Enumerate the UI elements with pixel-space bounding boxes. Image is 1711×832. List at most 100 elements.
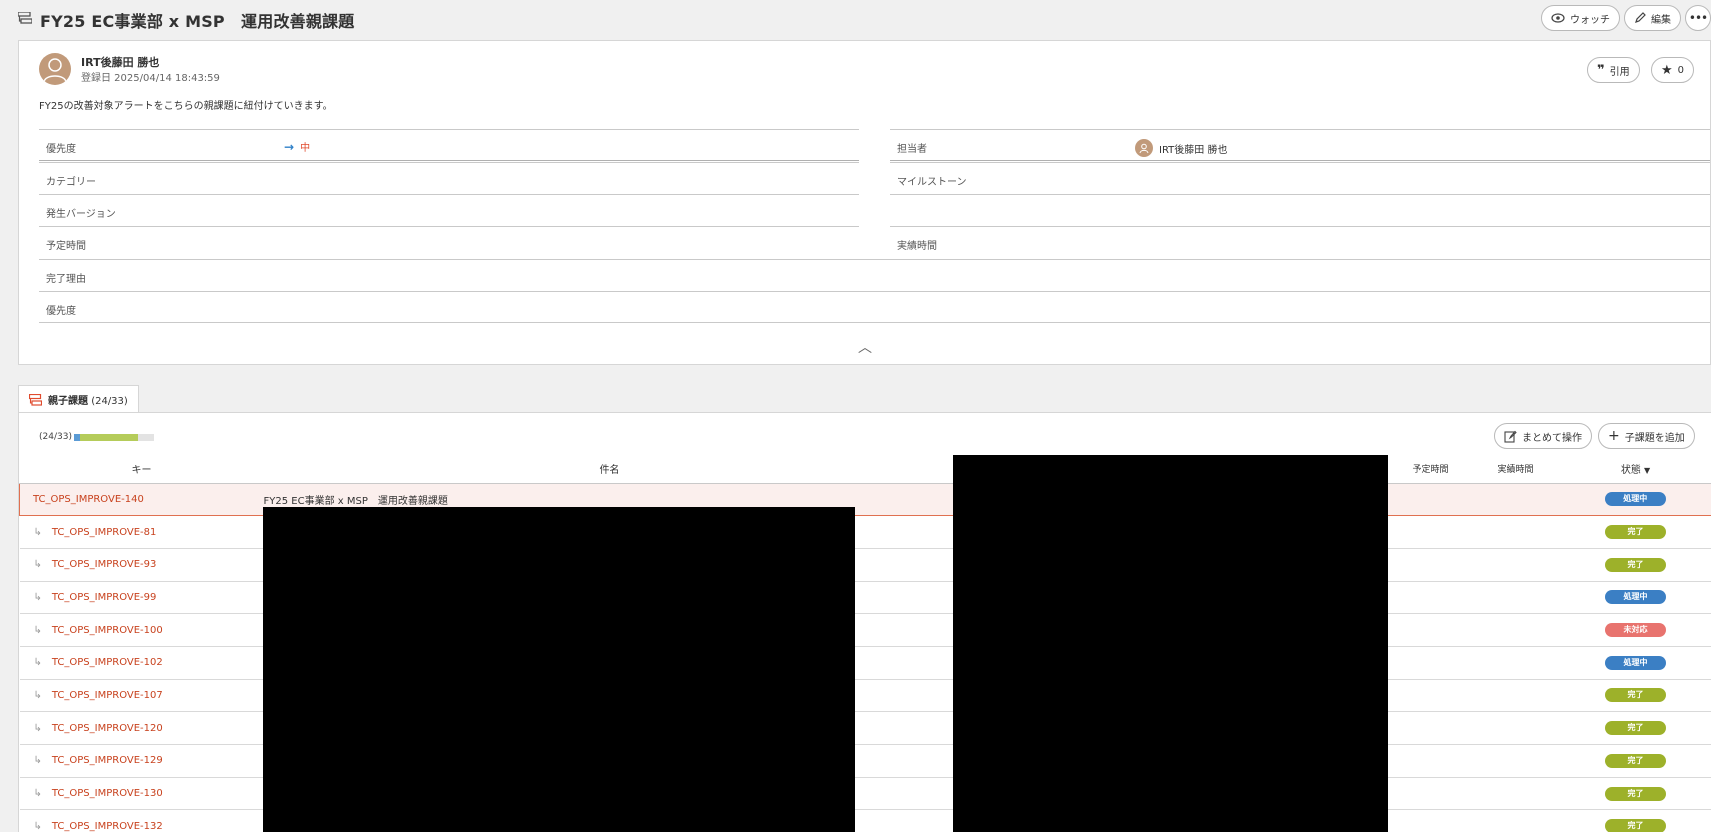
watch-label: ウォッチ: [1570, 14, 1610, 26]
author-name: IRT後藤田 勝也: [81, 56, 160, 69]
child-key-link[interactable]: TC_OPS_IMPROVE-120: [52, 723, 163, 734]
child-key-link[interactable]: TC_OPS_IMPROVE-107: [52, 690, 163, 701]
status-badge: 完了: [1605, 819, 1666, 832]
created-date: 登録日 2025/04/14 18:43:59: [81, 73, 220, 84]
child-key-link[interactable]: TC_OPS_IMPROVE-93: [52, 559, 157, 570]
col-key[interactable]: キー: [19, 455, 264, 484]
arrow-right-icon: →: [284, 139, 295, 154]
page-title: FY25 EC事業部 x MSP 運用改善親課題: [40, 12, 355, 31]
edit-document-icon: [1504, 430, 1517, 443]
bulk-label: まとめて操作: [1522, 432, 1582, 444]
field-actual-hours: 実績時間: [890, 226, 1710, 258]
col-subject[interactable]: 件名: [263, 455, 956, 484]
collapse-button[interactable]: ︿: [858, 337, 872, 357]
child-key-link[interactable]: TC_OPS_IMPROVE-132: [52, 821, 163, 832]
table-header: キー 件名 予定時間 実績時間 状態 ▼: [19, 455, 1711, 484]
field-priority-custom: 優先度: [39, 291, 1710, 323]
status-badge: 完了: [1605, 786, 1666, 801]
title-bar: FY25 EC事業部 x MSP 運用改善親課題 ウォッチ 編集 •••: [0, 0, 1711, 36]
child-arrow-icon: ↳: [33, 820, 42, 832]
tab-count: (24/33): [91, 396, 128, 407]
child-key-link[interactable]: TC_OPS_IMPROVE-99: [52, 592, 157, 603]
field-version-right: [890, 194, 1710, 226]
status-badge: 処理中: [1604, 492, 1666, 507]
avatar: [1135, 139, 1153, 157]
assignee-label: 担当者: [897, 144, 927, 155]
field-assignee: 担当者 IRT後藤田 勝也: [890, 129, 1710, 161]
issue-description: FY25の改善対象アラートをこちらの親課題に紐付けていきます。: [39, 101, 333, 112]
caret-down-icon: ▼: [1644, 466, 1651, 476]
priority-custom-label: 優先度: [46, 306, 76, 317]
priority-value: 中: [300, 143, 311, 154]
progress-bar: [74, 434, 154, 441]
col-actual[interactable]: 実績時間: [1472, 455, 1559, 484]
child-arrow-icon: ↳: [33, 526, 42, 538]
col-status-label: 状態: [1620, 465, 1641, 477]
watch-button[interactable]: ウォッチ: [1541, 5, 1620, 31]
quote-button[interactable]: ❞ 引用: [1587, 57, 1640, 83]
field-estimated-hours: 予定時間: [39, 226, 859, 258]
version-label: 発生バージョン: [46, 209, 116, 220]
add-subtask-button[interactable]: + 子課題を追加: [1598, 423, 1695, 449]
child-key-link[interactable]: TC_OPS_IMPROVE-130: [52, 788, 163, 799]
child-arrow-icon: ↳: [33, 788, 42, 800]
child-arrow-icon: ↳: [33, 559, 42, 571]
quote-icon: ❞: [1597, 62, 1605, 78]
progress-text: (24/33): [39, 432, 72, 442]
avatar: [39, 53, 71, 85]
child-key-link[interactable]: TC_OPS_IMPROVE-81: [52, 527, 157, 538]
child-arrow-icon: ↳: [33, 624, 42, 636]
star-icon: ★: [1661, 62, 1673, 78]
subtask-panel: (24/33) まとめて操作 + 子課題を追加 キー 件名 予定時間 実績時間 …: [18, 412, 1711, 832]
redacted-block: [953, 455, 1388, 832]
status-badge: 処理中: [1605, 590, 1666, 605]
tab-parent-child[interactable]: 親子課題 (24/33): [18, 385, 139, 413]
bulk-operation-button[interactable]: まとめて操作: [1494, 423, 1592, 449]
progress-segment-done: [79, 434, 139, 441]
child-key-link[interactable]: TC_OPS_IMPROVE-102: [52, 657, 163, 668]
status-badge: 完了: [1605, 557, 1666, 572]
child-key-link[interactable]: TC_OPS_IMPROVE-100: [52, 625, 163, 636]
more-button[interactable]: •••: [1685, 5, 1711, 31]
child-arrow-icon: ↳: [33, 591, 42, 603]
col-status[interactable]: 状態 ▼: [1558, 455, 1711, 484]
issue-card: IRT後藤田 勝也 登録日 2025/04/14 18:43:59 ❞ 引用 ★…: [18, 40, 1711, 365]
field-resolution: 完了理由: [39, 259, 1710, 291]
status-badge: 完了: [1605, 525, 1666, 540]
resolution-label: 完了理由: [46, 274, 86, 285]
col-estimated[interactable]: 予定時間: [1388, 455, 1473, 484]
field-milestone: マイルストーン: [890, 162, 1710, 194]
parent-child-issue-icon: [18, 12, 32, 24]
actual-label: 実績時間: [897, 241, 937, 252]
category-label: カテゴリー: [46, 177, 96, 188]
edit-button[interactable]: 編集: [1624, 5, 1681, 31]
tab-label: 親子課題: [48, 396, 88, 407]
star-button[interactable]: ★ 0: [1651, 57, 1695, 83]
child-key-link[interactable]: TC_OPS_IMPROVE-129: [52, 755, 163, 766]
status-badge: 未対応: [1605, 623, 1666, 638]
assignee-value: IRT後藤田 勝也: [1159, 144, 1228, 156]
eye-icon: [1551, 13, 1565, 23]
milestone-label: マイルストーン: [897, 177, 967, 188]
field-priority: 優先度 → 中: [39, 129, 859, 161]
user-icon: [43, 58, 67, 83]
field-category: カテゴリー: [39, 162, 859, 194]
status-badge: 完了: [1605, 688, 1666, 703]
user-icon: [1139, 143, 1149, 154]
edit-label: 編集: [1651, 14, 1671, 26]
pencil-icon: [1635, 12, 1646, 23]
parent-key-link[interactable]: TC_OPS_IMPROVE-140: [33, 494, 144, 505]
child-arrow-icon: ↳: [33, 755, 42, 767]
priority-label: 優先度: [46, 144, 76, 155]
redacted-block: [263, 507, 855, 832]
child-arrow-icon: ↳: [33, 722, 42, 734]
status-badge: 完了: [1605, 721, 1666, 736]
child-arrow-icon: ↳: [33, 657, 42, 669]
status-badge: 処理中: [1605, 655, 1666, 670]
parent-subject[interactable]: FY25 EC事業部 x MSP 運用改善親課題: [264, 496, 448, 507]
parent-child-issue-icon: [29, 393, 42, 406]
child-arrow-icon: ↳: [33, 689, 42, 701]
field-version: 発生バージョン: [39, 194, 859, 226]
plus-icon: +: [1608, 428, 1620, 444]
star-count: 0: [1677, 64, 1685, 76]
